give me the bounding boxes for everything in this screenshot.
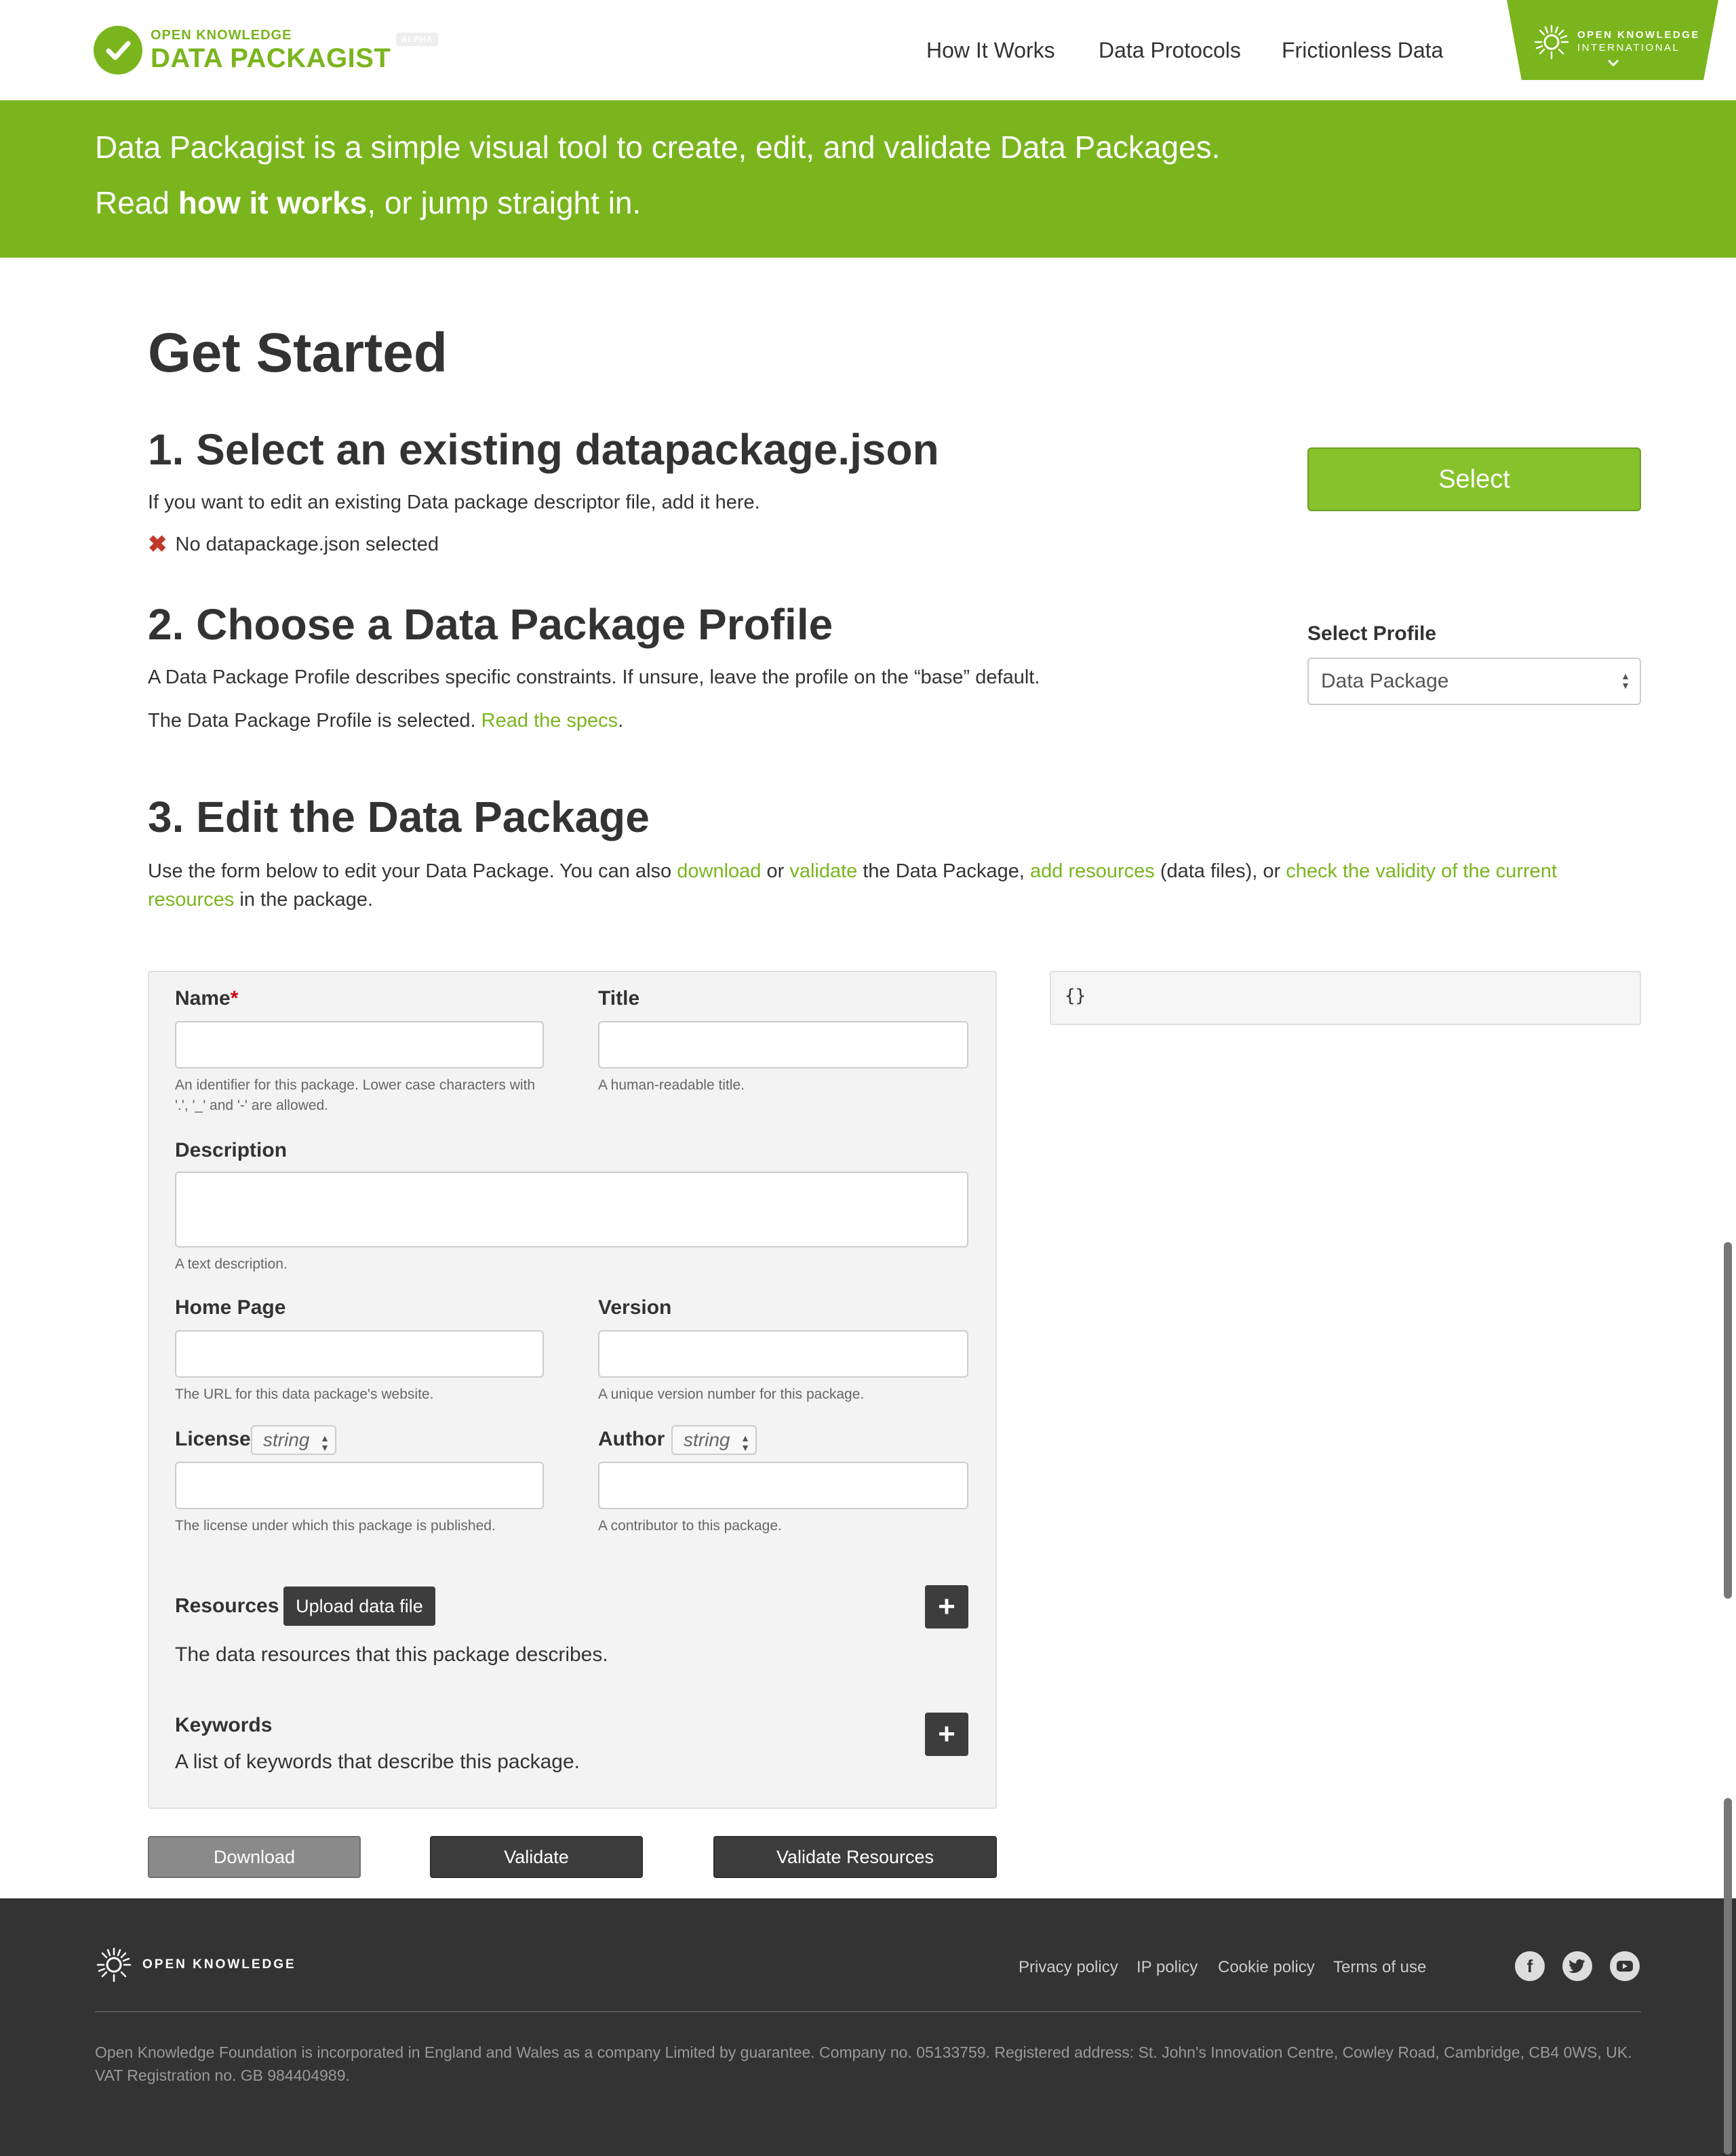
json-preview: {} [1050, 971, 1641, 1025]
add-resource-button[interactable]: + [925, 1585, 968, 1629]
youtube-icon[interactable] [1610, 1951, 1640, 1981]
facebook-icon[interactable]: f [1515, 1951, 1545, 1981]
step1-status: ✖ No datapackage.json selected [148, 532, 439, 557]
license-help: The license under which this package is … [175, 1518, 496, 1534]
terms-of-use-link[interactable]: Terms of use [1333, 1958, 1426, 1977]
check-validity-link-cont[interactable]: resources [148, 889, 234, 911]
top-navigation-bar: OPEN KNOWLEDGE DATA PACKAGIST ALPHA How … [0, 0, 1736, 100]
name-input[interactable] [175, 1021, 544, 1069]
keywords-description: A list of keywords that describe this pa… [175, 1751, 580, 1773]
error-x-icon: ✖ [148, 532, 167, 557]
homepage-input[interactable] [175, 1330, 544, 1378]
step1-description: If you want to edit an existing Data pac… [148, 492, 760, 513]
download-button[interactable]: Download [148, 1836, 361, 1878]
license-input[interactable] [175, 1462, 544, 1509]
checkmark-icon [94, 26, 142, 75]
add-resources-link[interactable]: add resources [1030, 860, 1155, 882]
name-help: An identifier for this package. Lower ca… [175, 1077, 536, 1113]
footer-divider [95, 2011, 1641, 2012]
twitter-icon[interactable] [1562, 1951, 1592, 1981]
footer-open-knowledge-logo[interactable]: OPEN KNOWLEDGE [95, 1946, 296, 1984]
step2-selected-text: The Data Package Profile is selected. Re… [148, 710, 624, 732]
page-title: Get Started [148, 322, 448, 384]
alpha-badge: ALPHA [396, 33, 439, 46]
download-link[interactable]: download [677, 860, 761, 882]
homepage-help: The URL for this data package's website. [175, 1386, 434, 1402]
select-datapackage-button[interactable]: Select [1307, 447, 1641, 511]
author-type-select[interactable]: string ▲ ▼ [671, 1425, 757, 1455]
license-type-select[interactable]: string ▲ ▼ [251, 1425, 336, 1455]
nav-frictionless-data[interactable]: Frictionless Data [1282, 38, 1443, 63]
site-footer: OPEN KNOWLEDGE Privacy policy IP policy … [0, 1898, 1736, 2156]
cookie-policy-link[interactable]: Cookie policy [1218, 1958, 1315, 1977]
nav-how-it-works[interactable]: How It Works [926, 38, 1055, 63]
description-textarea[interactable] [175, 1172, 968, 1247]
resources-label: Resources [175, 1595, 279, 1617]
logo-subtitle: OPEN KNOWLEDGE [151, 28, 292, 43]
version-label: Version [598, 1296, 672, 1319]
logo-title: DATA PACKAGIST [151, 43, 391, 73]
required-asterisk: * [230, 987, 239, 1010]
how-it-works-link[interactable]: how it works [178, 185, 368, 220]
upload-data-file-button[interactable]: Upload data file [283, 1586, 435, 1626]
title-help: A human-readable title. [598, 1077, 745, 1093]
ip-policy-link[interactable]: IP policy [1137, 1958, 1198, 1977]
description-help: A text description. [175, 1256, 288, 1272]
profile-select[interactable]: Data Package ▲ ▼ [1307, 658, 1641, 705]
data-packagist-logo[interactable]: OPEN KNOWLEDGE DATA PACKAGIST [94, 24, 391, 76]
nav-data-protocols[interactable]: Data Protocols [1099, 38, 1241, 63]
title-label: Title [598, 987, 640, 1010]
oki-label: OPEN KNOWLEDGE INTERNATIONAL [1577, 29, 1700, 54]
author-input[interactable] [598, 1462, 968, 1509]
scrollbar-thumb-secondary[interactable] [1724, 1798, 1732, 2155]
title-input[interactable] [598, 1021, 968, 1069]
license-label: License [175, 1428, 251, 1450]
read-the-specs-link[interactable]: Read the specs [481, 710, 618, 732]
name-label: Name* [175, 987, 239, 1010]
select-arrows-icon: ▲ ▼ [1621, 671, 1630, 691]
validate-resources-button[interactable]: Validate Resources [713, 1836, 997, 1878]
step2-heading: 2. Choose a Data Package Profile [148, 600, 833, 649]
open-knowledge-sun-icon [1533, 23, 1571, 64]
banner-tagline: Data Packagist is a simple visual tool t… [95, 129, 1221, 165]
intro-banner: Data Packagist is a simple visual tool t… [0, 100, 1736, 258]
author-help: A contributor to this package. [598, 1518, 782, 1534]
add-keyword-button[interactable]: + [925, 1713, 968, 1756]
footer-logo-text: OPEN KNOWLEDGE [142, 1957, 296, 1972]
check-validity-link[interactable]: check the validity of the current [1286, 860, 1557, 882]
scrollbar-thumb[interactable] [1724, 1242, 1732, 1599]
step3-description: Use the form below to edit your Data Pac… [148, 860, 1557, 911]
keywords-label: Keywords [175, 1714, 273, 1736]
description-label: Description [175, 1139, 288, 1161]
validate-link[interactable]: validate [789, 860, 857, 882]
banner-cta: Read how it works, or jump straight in. [95, 185, 642, 220]
privacy-policy-link[interactable]: Privacy policy [1019, 1958, 1118, 1977]
open-knowledge-international-menu[interactable]: OPEN KNOWLEDGE INTERNATIONAL [1507, 0, 1718, 80]
chevron-down-icon [1607, 58, 1619, 71]
datapackage-form: Name* An identifier for this package. Lo… [148, 971, 997, 1809]
author-label: Author [598, 1428, 665, 1450]
select-profile-label: Select Profile [1307, 622, 1437, 645]
open-knowledge-sun-icon [96, 1947, 132, 1982]
footer-legal-text: Open Knowledge Foundation is incorporate… [95, 2043, 1632, 2084]
step2-description: A Data Package Profile describes specifi… [148, 666, 1040, 688]
homepage-label: Home Page [175, 1296, 286, 1319]
step1-heading: 1. Select an existing datapackage.json [148, 425, 939, 474]
validate-button[interactable]: Validate [430, 1836, 643, 1878]
resources-description: The data resources that this package des… [175, 1643, 608, 1666]
version-input[interactable] [598, 1330, 968, 1378]
version-help: A unique version number for this package… [598, 1386, 865, 1402]
step3-heading: 3. Edit the Data Package [148, 793, 650, 841]
